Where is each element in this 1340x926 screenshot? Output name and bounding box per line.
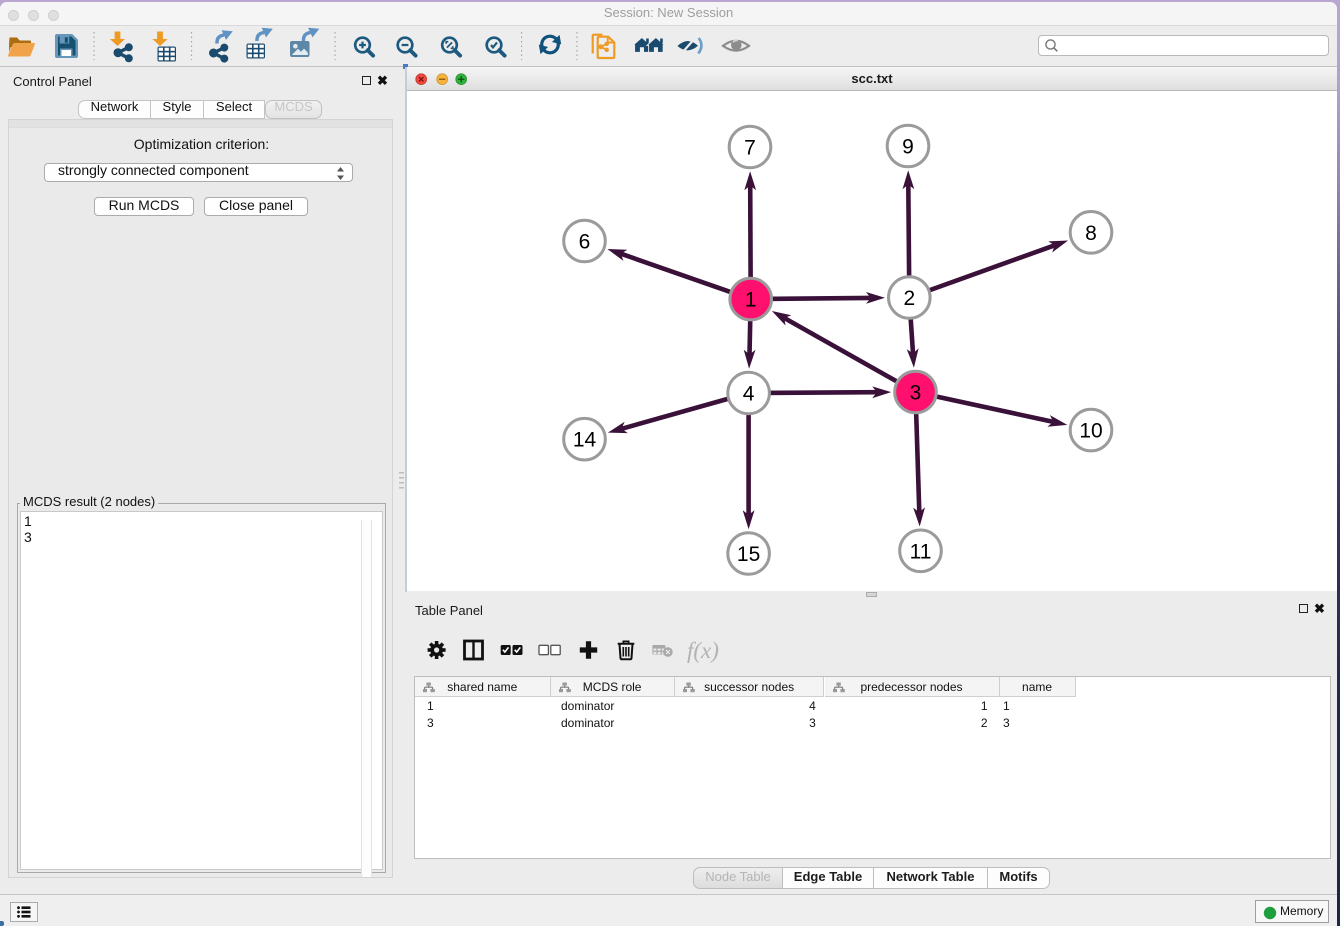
svg-text:14: 14 <box>573 429 597 452</box>
svg-text:10: 10 <box>1079 420 1102 443</box>
svg-text:1: 1 <box>745 289 757 312</box>
svg-text:6: 6 <box>579 231 591 254</box>
svg-text:11: 11 <box>910 540 932 563</box>
svg-text:3: 3 <box>910 382 922 405</box>
svg-text:4: 4 <box>743 383 755 406</box>
svg-text:8: 8 <box>1085 222 1097 245</box>
svg-text:9: 9 <box>902 136 914 159</box>
svg-text:2: 2 <box>903 287 915 310</box>
svg-text:7: 7 <box>744 137 756 160</box>
svg-text:f(x): f(x) <box>687 638 719 663</box>
svg-text:15: 15 <box>737 543 760 566</box>
